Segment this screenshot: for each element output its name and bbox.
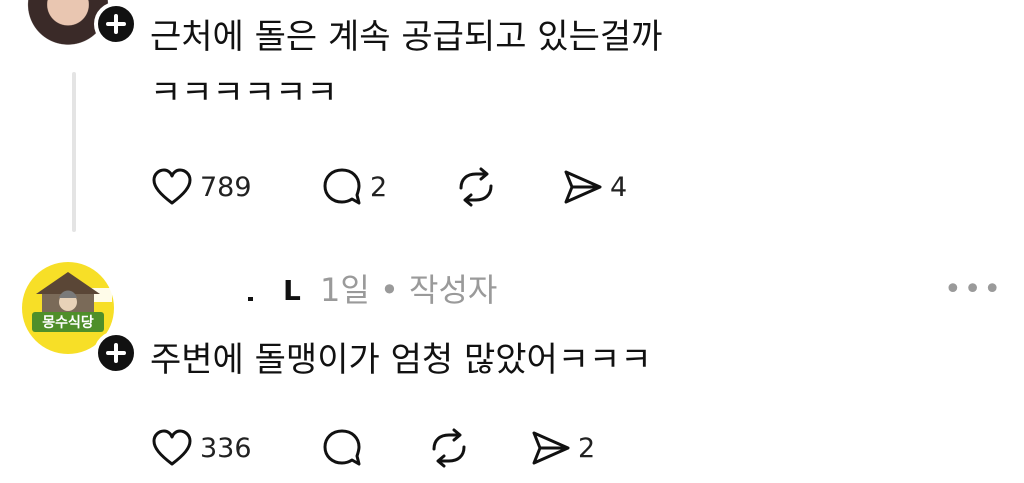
- share-icon: [532, 431, 570, 465]
- share-button[interactable]: 2: [528, 428, 595, 468]
- like-count: 789: [200, 171, 252, 203]
- post-text: 주변에 돌맹이가 엄청 많았어ㅋㅋㅋ: [150, 340, 652, 380]
- repost-icon: [459, 167, 493, 207]
- reply-count: 2: [370, 171, 388, 203]
- share-button[interactable]: 4: [560, 167, 627, 207]
- share-count: 4: [610, 171, 628, 203]
- repost-button[interactable]: [452, 167, 500, 207]
- like-button[interactable]: 789: [150, 167, 252, 207]
- follow-plus-button[interactable]: [94, 2, 138, 46]
- post-text-line: ㅋㅋㅋㅋㅋㅋ: [150, 73, 338, 113]
- repost-button[interactable]: [425, 428, 473, 468]
- post-text-line: 근처에 돌은 계속 공급되고 있는걸까: [150, 17, 663, 57]
- author-name[interactable]: L: [248, 270, 311, 310]
- comment-icon: [323, 429, 361, 466]
- heart-icon: [152, 168, 192, 205]
- author-initial: L: [283, 273, 301, 307]
- share-count: 2: [578, 432, 596, 464]
- share-icon: [564, 170, 602, 204]
- thread-line: [72, 72, 76, 232]
- avatar-sign-text: 몽수식당: [42, 314, 94, 331]
- plus-icon: [106, 343, 126, 363]
- follow-plus-button[interactable]: [94, 331, 138, 375]
- more-options-icon[interactable]: •••: [944, 272, 1003, 307]
- reply-button[interactable]: 2: [320, 167, 387, 207]
- name-fragment: [248, 297, 253, 301]
- like-count: 336: [200, 432, 252, 464]
- repost-icon: [432, 428, 466, 468]
- heart-icon: [152, 429, 192, 466]
- plus-icon: [106, 14, 126, 34]
- reply-button[interactable]: [320, 428, 364, 468]
- post-meta: 1일 • 작성자: [320, 271, 498, 309]
- comment-icon: [323, 168, 361, 205]
- like-button[interactable]: 336: [150, 428, 252, 468]
